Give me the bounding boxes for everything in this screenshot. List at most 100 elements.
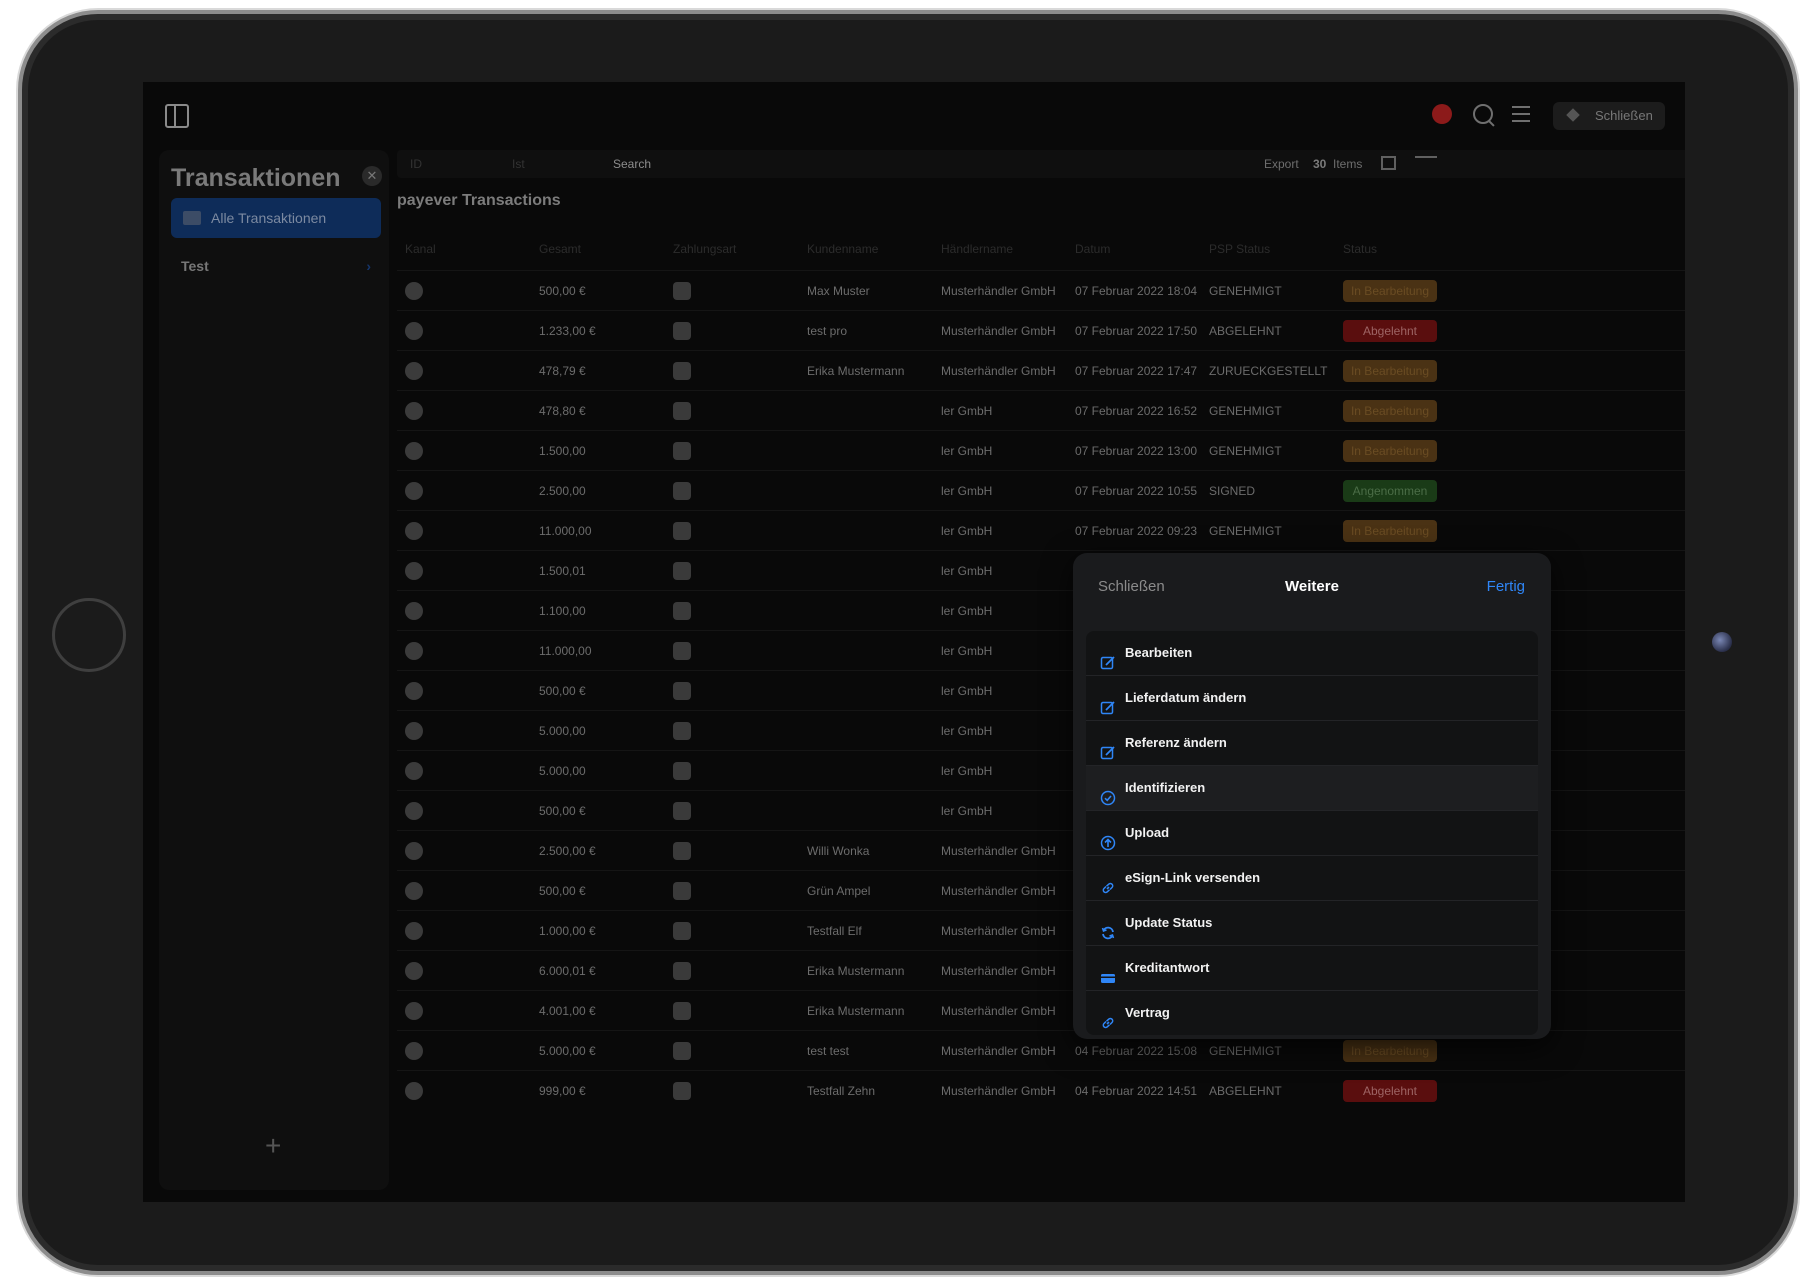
payment-type-cell bbox=[665, 310, 799, 351]
column-header[interactable]: Gesamt bbox=[531, 228, 665, 271]
merchant-cell: Musterhändler GmbH bbox=[933, 870, 1067, 911]
filter-ist[interactable]: Ist bbox=[512, 150, 525, 178]
column-header[interactable]: Kanal bbox=[397, 228, 531, 271]
payment-method-icon bbox=[673, 401, 691, 420]
items-count[interactable]: 30 bbox=[1313, 150, 1326, 178]
add-folder-button[interactable]: + bbox=[265, 1130, 281, 1162]
search-input[interactable]: Search bbox=[613, 150, 651, 178]
sheet-done-button[interactable]: Fertig bbox=[1487, 578, 1525, 595]
channel-cell bbox=[397, 910, 531, 951]
avatar[interactable] bbox=[1432, 104, 1452, 124]
payment-method-icon bbox=[673, 721, 691, 740]
payment-method-icon bbox=[673, 961, 691, 980]
menu-icon[interactable] bbox=[1512, 106, 1530, 122]
table-row[interactable]: 999,00 € Testfall Zehn Musterhändler GmbH 0… bbox=[397, 1070, 1685, 1110]
action-item-label: Update Status bbox=[1125, 915, 1213, 930]
table-row[interactable]: 1.500,00 ler GmbH 07 Februar 2022 13:00 GEN… bbox=[397, 430, 1685, 471]
channel-icon bbox=[405, 1041, 423, 1060]
channel-cell bbox=[397, 430, 531, 471]
screen: Schließen Transaktionen ✕ Alle Transakti… bbox=[143, 82, 1685, 1202]
psp-status-cell: GENEHMIGT bbox=[1201, 430, 1335, 471]
total-cell: 2.500,00 bbox=[531, 470, 665, 511]
table-row[interactable]: 478,80 € ler GmbH 07 Februar 2022 16:52 GEN… bbox=[397, 390, 1685, 431]
sidebar-item-all-transactions[interactable]: Alle Transaktionen bbox=[171, 198, 381, 238]
channel-cell bbox=[397, 310, 531, 351]
link-icon bbox=[1100, 870, 1116, 894]
table-row[interactable]: 500,00 € Max Muster Musterhändler GmbH 07 F… bbox=[397, 270, 1685, 311]
channel-cell bbox=[397, 1030, 531, 1071]
action-item-kreditantwort[interactable]: Kreditantwort bbox=[1086, 946, 1538, 991]
payment-method-icon bbox=[673, 361, 691, 380]
table-row[interactable]: 1.233,00 € test pro Musterhändler GmbH 07 F… bbox=[397, 310, 1685, 351]
filter-id[interactable]: ID bbox=[410, 150, 422, 178]
customer-cell: Willi Wonka bbox=[799, 830, 933, 871]
channel-icon bbox=[405, 641, 423, 660]
column-header[interactable]: Kundenname bbox=[799, 228, 933, 271]
action-item-upload[interactable]: Upload bbox=[1086, 811, 1538, 856]
status-cell: In Bearbeitung bbox=[1335, 390, 1685, 431]
psp-status-cell: ABGELEHNT bbox=[1201, 310, 1335, 351]
action-item-update-status[interactable]: Update Status bbox=[1086, 901, 1538, 946]
status-badge: In Bearbeitung bbox=[1343, 279, 1437, 302]
sidebar-item-label: Alle Transaktionen bbox=[211, 210, 327, 226]
column-header[interactable]: Status bbox=[1335, 228, 1685, 271]
action-item-esign-link-versenden[interactable]: eSign-Link versenden bbox=[1086, 856, 1538, 901]
total-cell: 5.000,00 € bbox=[531, 1030, 665, 1071]
action-item-vertrag[interactable]: Vertrag bbox=[1086, 991, 1538, 1035]
sidebar-toggle-icon[interactable] bbox=[165, 104, 189, 128]
payment-method-icon bbox=[673, 481, 691, 500]
date-cell: 07 Februar 2022 16:52 bbox=[1067, 390, 1201, 431]
sidebar-item-label: Test bbox=[181, 258, 209, 274]
total-cell: 1.233,00 € bbox=[531, 310, 665, 351]
status-badge: Abgelehnt bbox=[1343, 319, 1437, 342]
export-button[interactable]: Export bbox=[1264, 150, 1299, 178]
payment-type-cell bbox=[665, 510, 799, 551]
column-header[interactable]: Händlername bbox=[933, 228, 1067, 271]
date-cell: 07 Februar 2022 17:50 bbox=[1067, 310, 1201, 351]
total-cell: 1.000,00 € bbox=[531, 910, 665, 951]
action-item-lieferdatum-ändern[interactable]: Lieferdatum ändern bbox=[1086, 676, 1538, 721]
column-header[interactable]: PSP Status bbox=[1201, 228, 1335, 271]
search-icon[interactable] bbox=[1473, 104, 1493, 124]
action-item-label: Referenz ändern bbox=[1125, 735, 1227, 750]
action-item-referenz-ändern[interactable]: Referenz ändern bbox=[1086, 721, 1538, 766]
customer-cell bbox=[799, 750, 933, 791]
main-content: ID Ist Search Export 30 Items payever Tr… bbox=[397, 150, 1685, 1202]
total-cell: 500,00 € bbox=[531, 790, 665, 831]
payment-method-icon bbox=[673, 641, 691, 660]
channel-cell bbox=[397, 350, 531, 391]
customer-cell: Testfall Elf bbox=[799, 910, 933, 951]
table-row[interactable]: 2.500,00 ler GmbH 07 Februar 2022 10:55 SIG… bbox=[397, 470, 1685, 511]
action-item-bearbeiten[interactable]: Bearbeiten bbox=[1086, 631, 1538, 676]
sidebar-item-test[interactable]: Test › bbox=[181, 258, 371, 274]
channel-icon bbox=[405, 761, 423, 780]
cube-icon bbox=[1566, 108, 1580, 122]
table-row[interactable]: 11.000,00 ler GmbH 07 Februar 2022 09:23 GE… bbox=[397, 510, 1685, 551]
table-row[interactable]: 478,79 € Erika Mustermann Musterhändler Gm… bbox=[397, 350, 1685, 391]
camera-icon bbox=[1712, 632, 1732, 652]
action-item-identifizieren[interactable]: Identifizieren bbox=[1086, 766, 1538, 811]
sheet-title: Weitere bbox=[1285, 578, 1339, 595]
payment-type-cell bbox=[665, 1070, 799, 1110]
channel-cell bbox=[397, 470, 531, 511]
edit-icon bbox=[1100, 690, 1116, 715]
columns-icon[interactable] bbox=[1381, 156, 1396, 170]
total-cell: 6.000,01 € bbox=[531, 950, 665, 991]
payment-type-cell bbox=[665, 350, 799, 391]
sort-icon[interactable] bbox=[1415, 156, 1437, 170]
channel-icon bbox=[405, 961, 423, 980]
close-app-button[interactable]: Schließen bbox=[1553, 102, 1665, 130]
action-list: Bearbeiten Lieferdatum ändern Referenz änd… bbox=[1086, 631, 1538, 1035]
column-header[interactable]: Zahlungsart bbox=[665, 228, 799, 271]
section-title: payever Transactions bbox=[397, 192, 561, 209]
payment-method-icon bbox=[673, 841, 691, 860]
table-header-row: Kanal Gesamt Zahlungsart Kundenname Händ… bbox=[397, 228, 1685, 271]
home-button[interactable] bbox=[52, 598, 126, 672]
channel-cell bbox=[397, 670, 531, 711]
close-sidebar-icon[interactable]: ✕ bbox=[362, 166, 382, 186]
date-cell: 07 Februar 2022 13:00 bbox=[1067, 430, 1201, 471]
merchant-cell: Musterhändler GmbH bbox=[933, 830, 1067, 871]
payment-method-icon bbox=[673, 281, 691, 300]
column-header[interactable]: Datum bbox=[1067, 228, 1201, 271]
channel-icon bbox=[405, 401, 423, 420]
